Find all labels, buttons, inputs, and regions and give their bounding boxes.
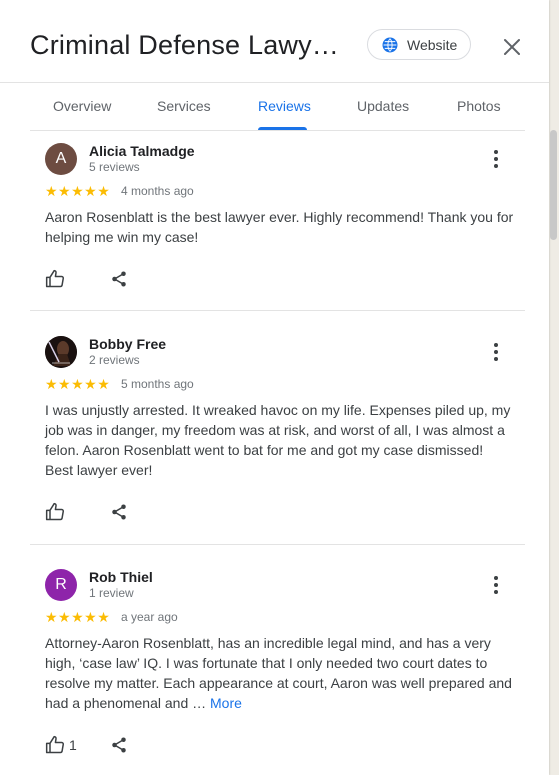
reviewer-name[interactable]: Bobby Free	[89, 336, 166, 352]
thumbs-up-icon[interactable]	[45, 502, 65, 522]
star-rating: ★★★★★	[45, 609, 111, 625]
divider	[30, 310, 525, 311]
review-date: a year ago	[121, 610, 178, 624]
more-options-icon[interactable]	[488, 148, 504, 170]
like-count: 1	[69, 737, 77, 753]
share-icon[interactable]	[110, 736, 128, 754]
star-rating: ★★★★★	[45, 183, 111, 199]
panel-header: Criminal Defense Lawy… Website	[0, 0, 549, 83]
review-date: 5 months ago	[121, 377, 194, 391]
website-button-label: Website	[407, 36, 458, 53]
reviewer-name[interactable]: Rob Thiel	[89, 569, 153, 585]
avatar[interactable]: R	[45, 569, 77, 601]
reviewer-review-count: 2 reviews	[89, 353, 140, 367]
review-card: Bobby Free 2 reviews ★★★★★ 5 months ago …	[30, 336, 525, 526]
review-date: 4 months ago	[121, 184, 194, 198]
map-edge	[549, 0, 559, 775]
globe-icon	[382, 37, 398, 52]
star-rating: ★★★★★	[45, 376, 111, 392]
tab-photos[interactable]: Photos	[457, 98, 501, 114]
avatar[interactable]	[45, 336, 77, 368]
tab-services[interactable]: Services	[157, 98, 211, 114]
place-title: Criminal Defense Lawy…	[30, 30, 340, 60]
more-options-icon[interactable]	[488, 341, 504, 363]
thumbs-up-icon[interactable]	[45, 735, 65, 755]
website-button[interactable]: Website	[367, 29, 471, 60]
divider	[30, 544, 525, 545]
close-icon[interactable]	[500, 35, 524, 59]
tab-overview[interactable]: Overview	[53, 98, 111, 114]
review-text: Aaron Rosenblatt is the best lawyer ever…	[45, 209, 514, 245]
active-tab-indicator	[258, 127, 307, 130]
scrollbar[interactable]	[550, 130, 557, 240]
review-text: Attorney-Aaron Rosenblatt, has an incred…	[45, 633, 515, 713]
avatar-photo	[45, 336, 77, 368]
share-icon[interactable]	[110, 270, 128, 288]
share-icon[interactable]	[110, 503, 128, 521]
avatar-letter: A	[55, 150, 67, 167]
reviewer-review-count: 5 reviews	[89, 160, 140, 174]
reviewer-review-count: 1 review	[89, 586, 134, 600]
thumbs-up-icon[interactable]	[45, 269, 65, 289]
avatar[interactable]: A	[45, 143, 77, 175]
tab-bar: Overview Services Reviews Updates Photos	[30, 82, 525, 131]
tab-updates[interactable]: Updates	[357, 98, 409, 114]
more-link[interactable]: More	[210, 695, 242, 711]
review-card: R Rob Thiel 1 review ★★★★★ a year ago At…	[30, 569, 525, 769]
review-card: A Alicia Talmadge 5 reviews ★★★★★ 4 mont…	[30, 143, 525, 303]
avatar-letter: R	[55, 576, 67, 593]
review-text-body: Attorney-Aaron Rosenblatt, has an incred…	[45, 635, 512, 711]
reviewer-name[interactable]: Alicia Talmadge	[89, 143, 195, 159]
tab-reviews[interactable]: Reviews	[258, 98, 311, 114]
review-text: I was unjustly arrested. It wreaked havo…	[45, 402, 511, 478]
place-details-panel: Criminal Defense Lawy… Website Overview …	[0, 0, 549, 775]
more-options-icon[interactable]	[488, 574, 504, 596]
